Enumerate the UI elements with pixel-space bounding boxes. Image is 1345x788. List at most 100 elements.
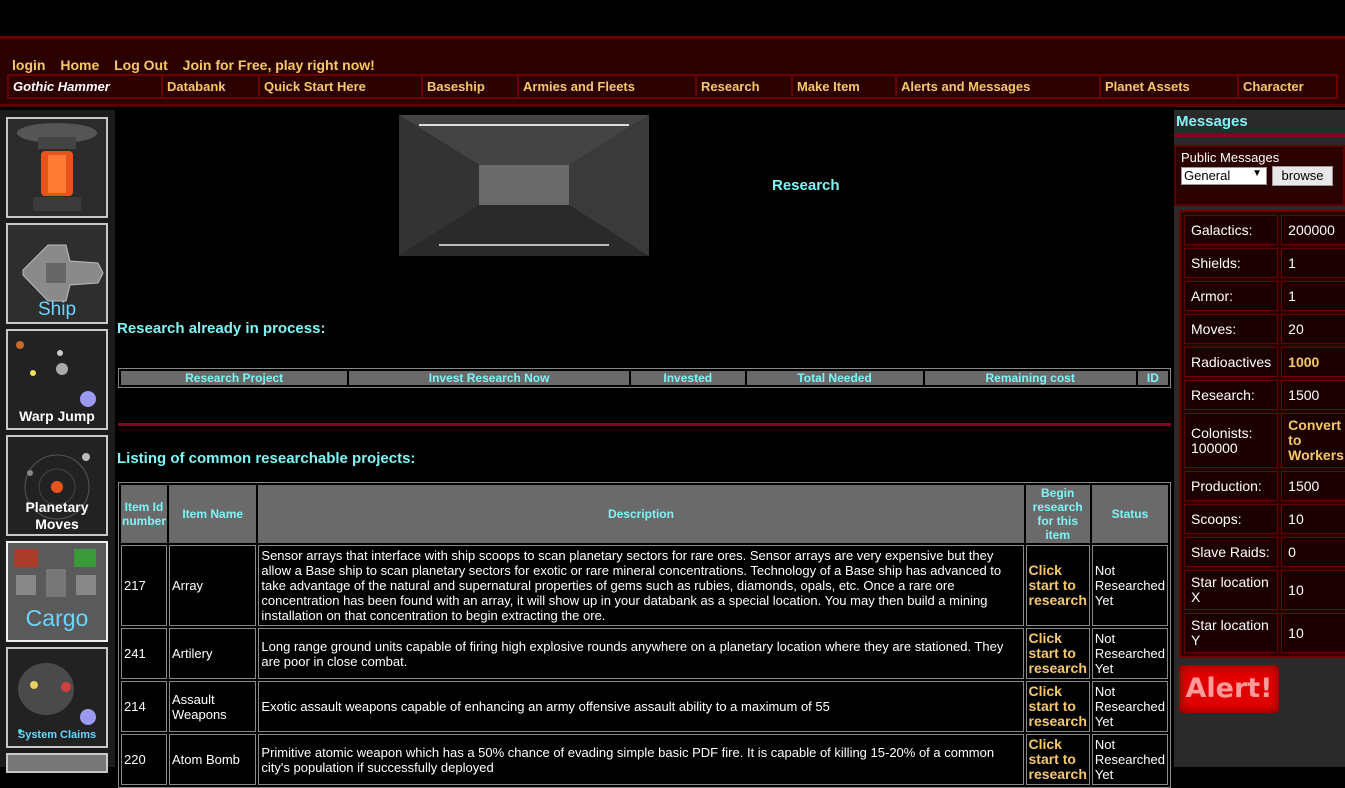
nav-make-item[interactable]: Make Item (793, 76, 897, 97)
nav-databank[interactable]: Databank (163, 76, 260, 97)
in-process-title: Research already in process: (117, 320, 326, 337)
col-status: Status (1091, 485, 1168, 543)
item-name: Atom Bomb (169, 734, 257, 785)
stat-value: 1 (1281, 281, 1345, 311)
corridor-banner-image (399, 115, 649, 256)
stat-value: 1 (1281, 248, 1345, 278)
research-table: Item Id number Item Name Description Beg… (118, 482, 1171, 788)
page-title: Research (772, 177, 840, 194)
stat-label: Scoops: (1184, 504, 1279, 534)
logout-link[interactable]: Log Out (114, 57, 168, 73)
stat-label: Star location X (1184, 570, 1279, 610)
top-links: login Home Log Out Join for Free, play r… (12, 57, 386, 73)
message-channel-select[interactable]: General ▼ (1181, 167, 1267, 185)
reactor-tile[interactable] (6, 117, 108, 218)
tile-label-system-claims: System Claims (17, 729, 97, 741)
ship-systems-tile[interactable]: Ship Systems (6, 223, 108, 324)
reactor-icon (8, 119, 106, 216)
listing-title: Listing of common researchable projects: (117, 450, 416, 467)
in-process-table: Research Project Invest Research Now Inv… (118, 368, 1171, 388)
home-link[interactable]: Home (60, 57, 99, 73)
item-id: 241 (121, 628, 167, 679)
item-description: Sensor arrays that interface with ship s… (258, 545, 1024, 626)
col-remaining-cost: Remaining cost (924, 371, 1136, 385)
messages-title: Messages (1176, 113, 1248, 130)
item-status: Not Researched Yet (1091, 628, 1168, 679)
top-black-band (0, 0, 1345, 36)
stat-label: Galactics: (1184, 215, 1279, 245)
alert-button[interactable]: Alert! (1179, 665, 1279, 713)
item-name: Array (169, 545, 257, 626)
radioactives-link[interactable]: 1000 (1281, 347, 1345, 377)
stat-value: 20 (1281, 314, 1345, 344)
col-id: ID (1137, 371, 1168, 385)
login-link[interactable]: login (12, 57, 45, 73)
tile-label-warp-jump: Warp Jump (19, 408, 95, 424)
stat-label: Star location Y (1184, 613, 1279, 653)
col-research-project: Research Project (121, 371, 348, 385)
chevron-down-icon: ▼ (1252, 168, 1262, 179)
nav-character[interactable]: Character (1239, 76, 1336, 97)
nav-baseship[interactable]: Baseship (423, 76, 519, 97)
cargo-tile[interactable]: Cargo (6, 541, 108, 642)
tile-label-cargo: Cargo (25, 605, 89, 631)
planetary-moves-tile[interactable]: Planetary Moves (6, 435, 108, 536)
tile-label-ship-systems: Ship Systems (21, 299, 94, 322)
col-begin-research: Begin research for this item (1025, 485, 1090, 543)
table-row: 220 Atom Bomb Primitive atomic weapon wh… (121, 734, 1168, 785)
item-id: 220 (121, 734, 167, 785)
stat-value: 1500 (1281, 471, 1345, 501)
item-description: Exotic assault weapons capable of enhanc… (258, 681, 1024, 732)
stat-value: 10 (1281, 613, 1345, 653)
table-row: 217 Array Sensor arrays that interface w… (121, 545, 1168, 626)
browse-button[interactable]: browse (1272, 166, 1333, 186)
right-sidebar: Messages Public Messages General ▼ brows… (1174, 110, 1345, 767)
next-tile[interactable] (6, 753, 108, 773)
stat-value: 0 (1281, 537, 1345, 567)
nav-planet-assets[interactable]: Planet Assets (1101, 76, 1239, 97)
item-id: 217 (121, 545, 167, 626)
stat-label: Colonists: 100000 (1184, 413, 1279, 468)
start-research-link[interactable]: Click start to research (1025, 628, 1090, 679)
start-research-link[interactable]: Click start to research (1025, 681, 1090, 732)
main-nav: Gothic Hammer Databank Quick Start Here … (7, 74, 1338, 99)
item-description: Long range ground units capable of firin… (258, 628, 1024, 679)
stat-value: 10 (1281, 570, 1345, 610)
nav-armies-fleets[interactable]: Armies and Fleets (519, 76, 697, 97)
messages-divider (1174, 134, 1345, 137)
stat-value: 1500 (1281, 380, 1345, 410)
stat-value: 200000 (1281, 215, 1345, 245)
item-status: Not Researched Yet (1091, 734, 1168, 785)
stat-label: Radioactives (1184, 347, 1279, 377)
join-link[interactable]: Join for Free, play right now! (183, 57, 375, 73)
start-research-link[interactable]: Click start to research (1025, 545, 1090, 626)
selected-channel: General (1184, 168, 1231, 183)
nav-research[interactable]: Research (697, 76, 793, 97)
warp-jump-tile[interactable]: Warp Jump (6, 329, 108, 430)
col-item-name: Item Name (169, 485, 257, 543)
section-divider (118, 423, 1171, 426)
col-invest-now: Invest Research Now (349, 371, 629, 385)
item-status: Not Researched Yet (1091, 681, 1168, 732)
item-description: Primitive atomic weapon which has a 50% … (258, 734, 1024, 785)
stat-label: Shields: (1184, 248, 1279, 278)
start-research-link[interactable]: Click start to research (1025, 734, 1090, 785)
left-sidebar: Ship Systems Warp Jump Planetary Moves (0, 110, 115, 773)
table-row: 241 Artilery Long range ground units cap… (121, 628, 1168, 679)
nav-alerts-messages[interactable]: Alerts and Messages (897, 76, 1101, 97)
stat-label: Production: (1184, 471, 1279, 501)
nav-quick-start[interactable]: Quick Start Here (260, 76, 423, 97)
nav-brand[interactable]: Gothic Hammer (9, 76, 163, 97)
col-total-needed: Total Needed (746, 371, 923, 385)
stat-label: Research: (1184, 380, 1279, 410)
system-claims-tile[interactable]: System Claims (6, 647, 108, 748)
convert-workers-link[interactable]: Convert to Workers (1281, 413, 1345, 468)
stats-table: Galactics: 200000 Shields: 1 Armor: 1 Moves… (1179, 210, 1345, 658)
tile-label-planetary-moves: Planetary Moves (25, 499, 89, 532)
col-invested: Invested (630, 371, 745, 385)
stat-label: Armor: (1184, 281, 1279, 311)
item-status: Not Researched Yet (1091, 545, 1168, 626)
stat-value: 10 (1281, 504, 1345, 534)
public-messages-box: Public Messages General ▼ browse (1174, 145, 1345, 206)
stat-label: Slave Raids: (1184, 537, 1279, 567)
